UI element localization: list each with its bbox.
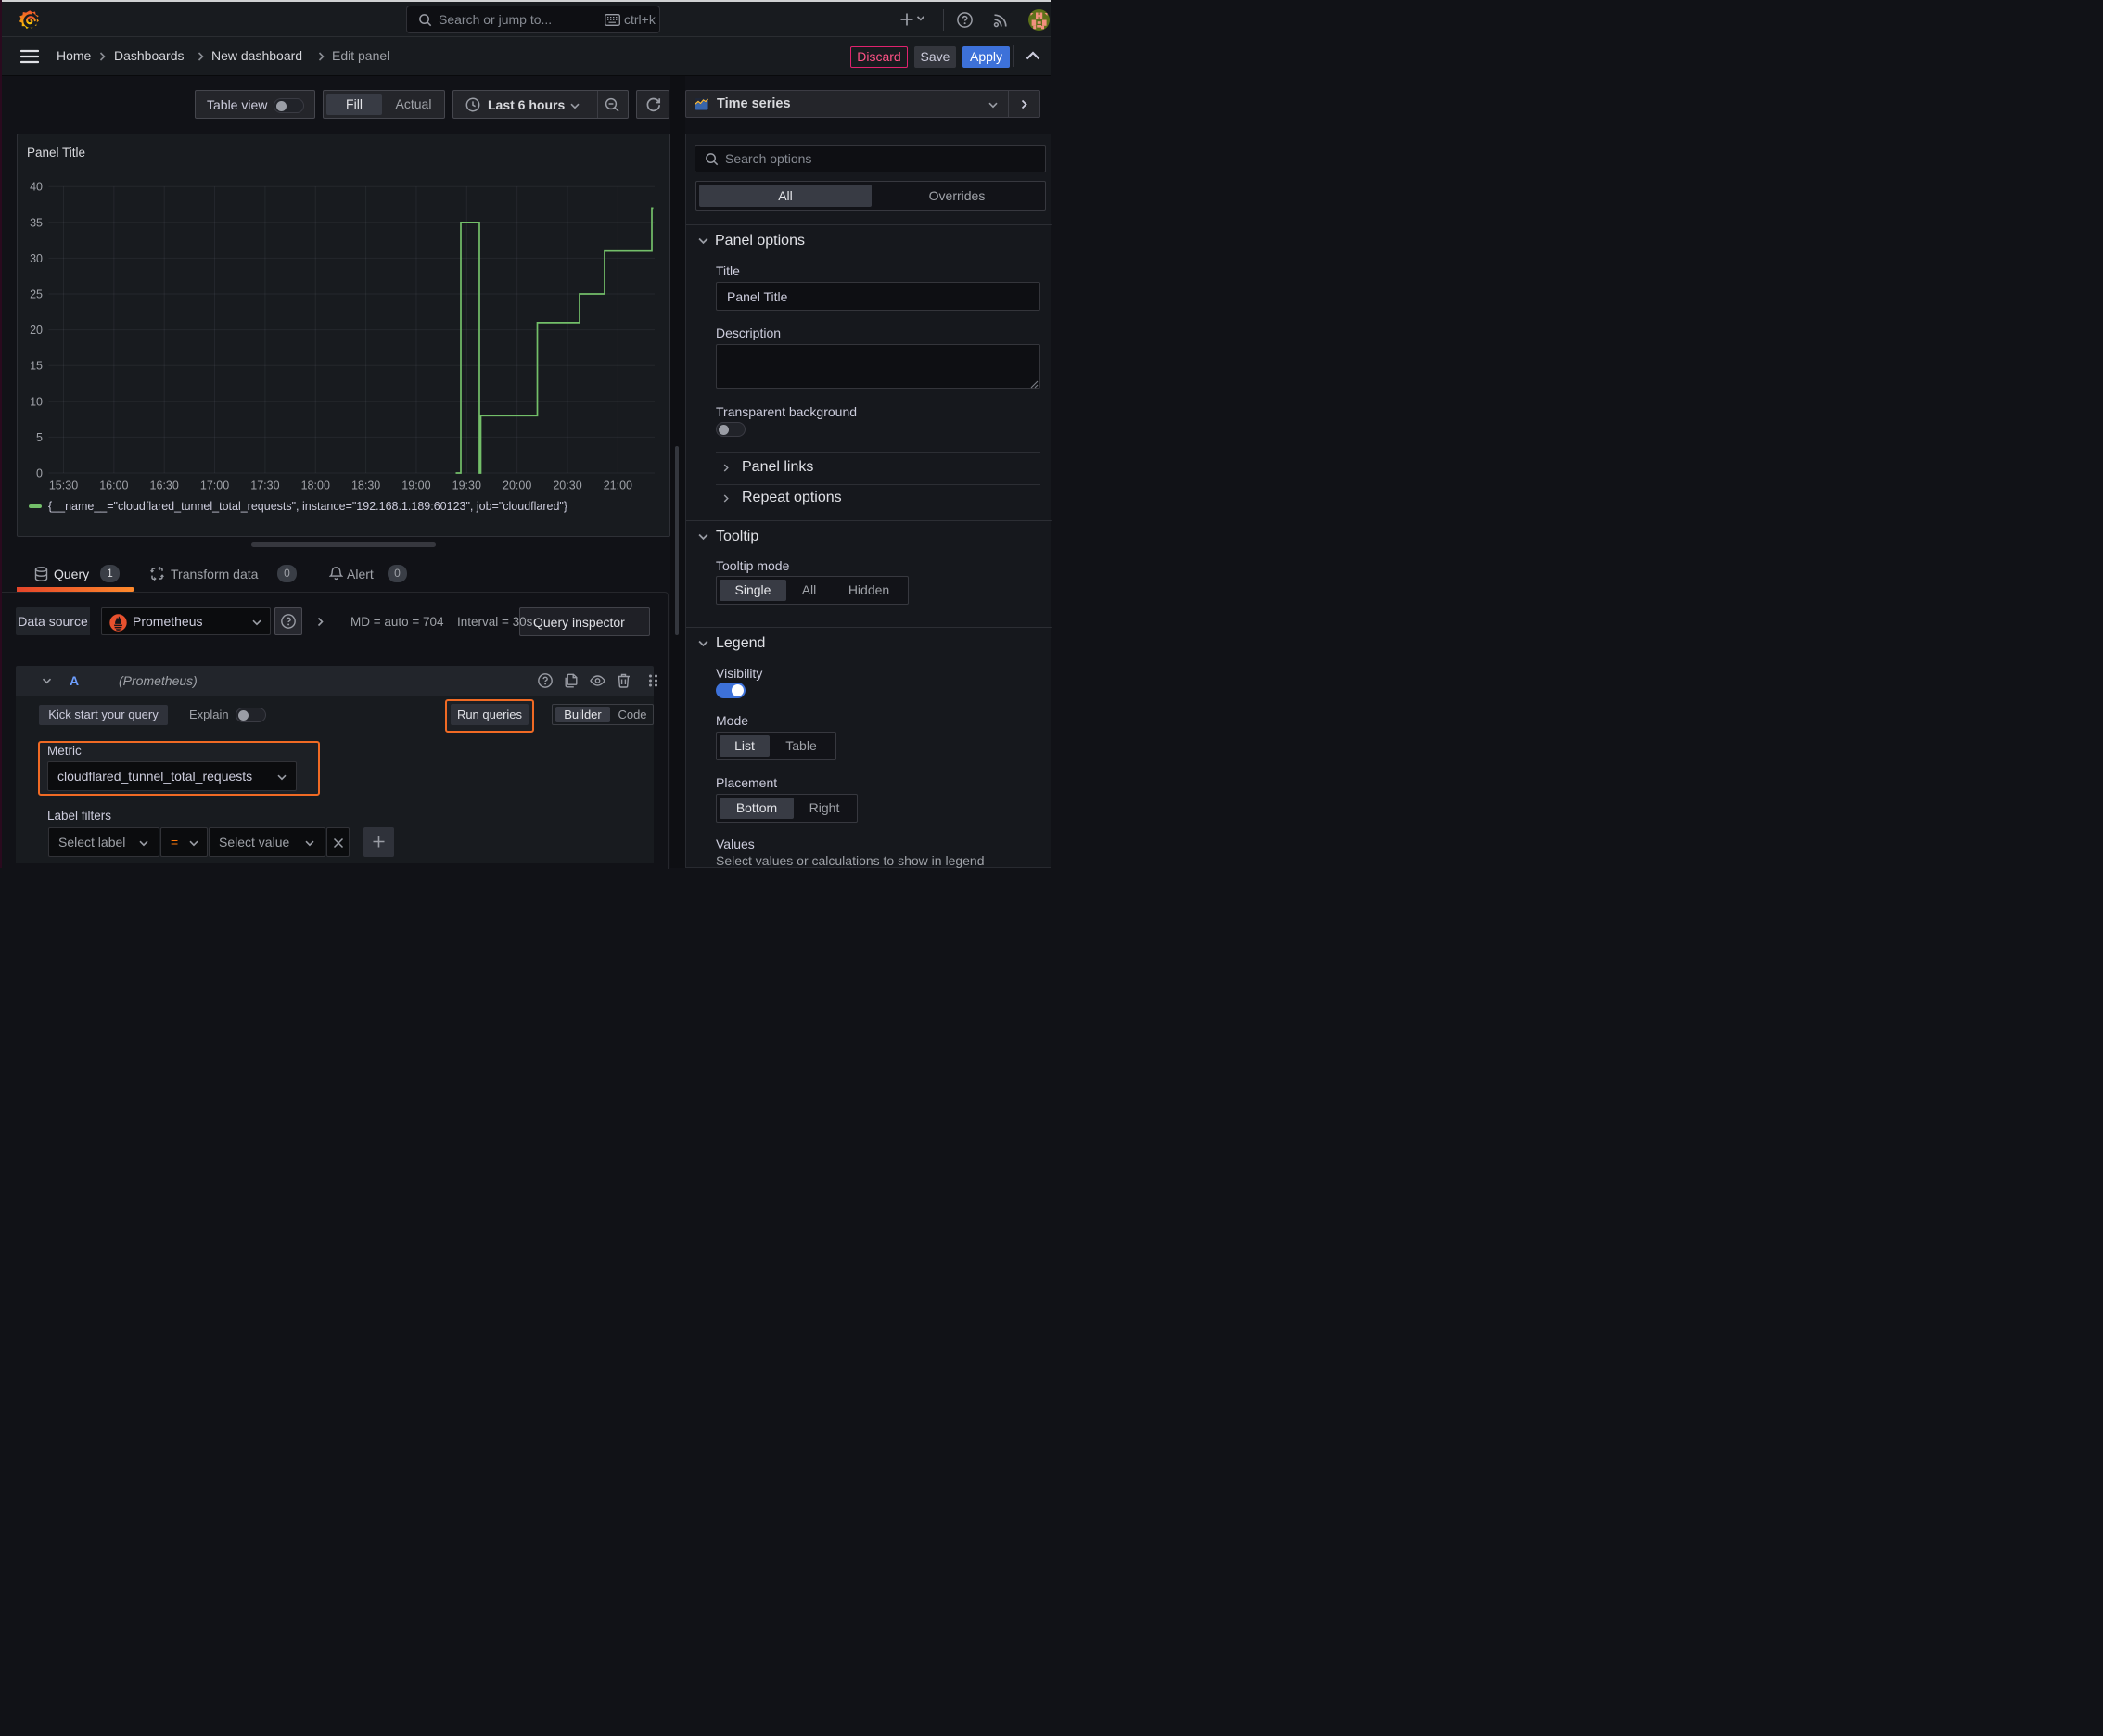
svg-text:15: 15 bbox=[30, 360, 43, 373]
svg-text:20: 20 bbox=[30, 324, 43, 337]
svg-text:17:30: 17:30 bbox=[250, 479, 279, 492]
svg-text:20:00: 20:00 bbox=[503, 479, 531, 492]
svg-text:21:00: 21:00 bbox=[604, 479, 632, 492]
svg-text:16:00: 16:00 bbox=[99, 479, 128, 492]
svg-text:5: 5 bbox=[36, 431, 43, 444]
svg-text:20:30: 20:30 bbox=[553, 479, 581, 492]
svg-text:19:30: 19:30 bbox=[452, 479, 481, 492]
svg-text:18:00: 18:00 bbox=[301, 479, 330, 492]
svg-text:18:30: 18:30 bbox=[351, 479, 380, 492]
svg-text:16:30: 16:30 bbox=[150, 479, 179, 492]
svg-text:30: 30 bbox=[30, 252, 43, 265]
svg-text:35: 35 bbox=[30, 216, 43, 229]
svg-text:19:00: 19:00 bbox=[401, 479, 430, 492]
svg-text:10: 10 bbox=[30, 395, 43, 408]
svg-text:0: 0 bbox=[36, 467, 43, 480]
svg-text:25: 25 bbox=[30, 288, 43, 301]
svg-text:15:30: 15:30 bbox=[49, 479, 78, 492]
svg-text:17:00: 17:00 bbox=[200, 479, 229, 492]
svg-text:40: 40 bbox=[30, 181, 43, 194]
